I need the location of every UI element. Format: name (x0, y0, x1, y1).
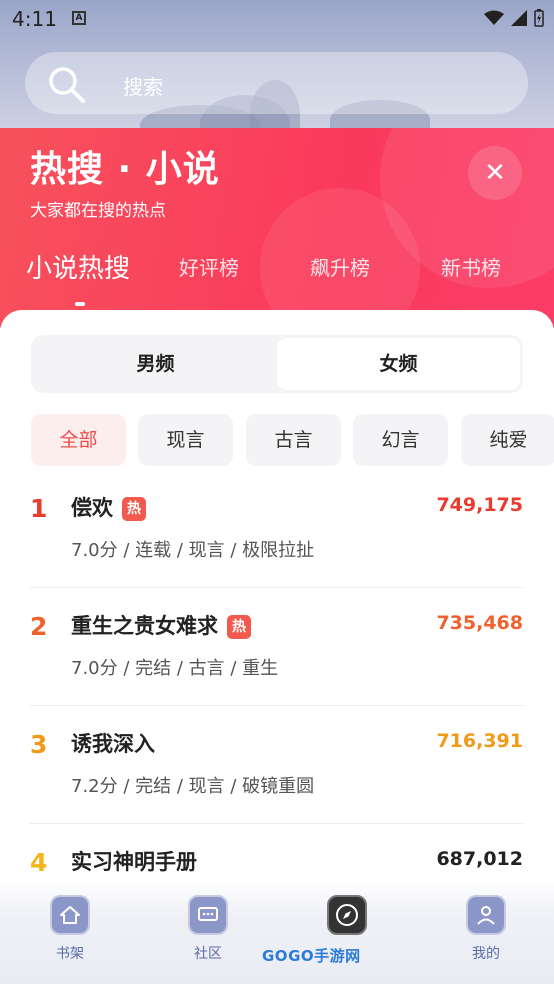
category-chip-modern[interactable]: 现言 (138, 414, 233, 466)
category-filter: 全部 现言 古言 幻言 纯爱 (31, 414, 554, 468)
book-title-row: 实习神明手册 (71, 846, 197, 876)
list-item[interactable]: 3 诱我深入 7.2分 / 完结 / 现言 / 破镜重圆 716,391 (0, 706, 554, 824)
male-channel-option[interactable]: 男频 (34, 338, 277, 390)
nav-label: 书架 (56, 946, 84, 962)
rank-number: 4 (30, 848, 48, 877)
status-time: 4:11 (12, 7, 57, 31)
hot-score: 687,012 (436, 848, 523, 870)
status-bar: 4:11 A (0, 0, 554, 38)
hot-badge: 热 (227, 615, 251, 639)
book-meta: 7.0分 / 连载 / 现言 / 极限拉扯 (71, 540, 315, 561)
tab-good-reviews[interactable]: 好评榜 (179, 252, 239, 281)
category-chip-bl[interactable]: 纯爱 (461, 414, 554, 466)
hot-search-hero: 热搜 · 小说 大家都在搜的热点 ✕ 小说热搜 好评榜 飙升榜 新书榜 (0, 128, 554, 328)
rank-number: 2 (30, 612, 48, 641)
compass-icon (327, 895, 367, 935)
hot-score: 735,468 (436, 612, 523, 634)
book-title: 实习神明手册 (71, 850, 197, 874)
search-bar[interactable]: 搜索 (25, 52, 528, 114)
battery-icon (534, 9, 544, 27)
page-title: 热搜 · 小说 (30, 149, 220, 190)
nav-mine[interactable]: 我的 (451, 895, 521, 963)
female-channel-option[interactable]: 女频 (277, 338, 520, 390)
status-icons (484, 9, 544, 27)
category-chip-ancient[interactable]: 古言 (246, 414, 341, 466)
watermark: GOGO手游网 (262, 947, 361, 965)
book-title: 重生之贵女难求 (71, 614, 218, 638)
active-tab-indicator (75, 302, 85, 306)
book-meta: 7.2分 / 完结 / 现言 / 破镜重圆 (71, 776, 315, 797)
list-item[interactable]: 1 偿欢热 7.0分 / 连载 / 现言 / 极限拉扯 749,175 (0, 470, 554, 588)
close-icon: ✕ (484, 158, 506, 188)
hot-score: 716,391 (436, 730, 523, 752)
signal-icon (511, 10, 527, 26)
book-title-row: 诱我深入 (71, 728, 155, 758)
list-item[interactable]: 2 重生之贵女难求热 7.0分 / 完结 / 古言 / 重生 735,468 (0, 588, 554, 706)
nav-label: 我的 (472, 946, 500, 962)
nav-bookshelf[interactable]: 书架 (35, 895, 105, 963)
category-chip-all[interactable]: 全部 (31, 414, 126, 466)
search-icon (49, 67, 85, 103)
house-icon (50, 895, 90, 935)
book-title-row: 偿欢热 (71, 492, 146, 522)
nav-community[interactable]: 社区 (173, 895, 243, 963)
close-button[interactable]: ✕ (468, 146, 522, 200)
tab-novel-hot-search[interactable]: 小说热搜 (26, 248, 130, 285)
nav-label: 社区 (194, 946, 222, 962)
category-chip-fantasy[interactable]: 幻言 (353, 414, 448, 466)
hot-badge: 热 (122, 497, 146, 521)
rank-number: 1 (30, 494, 48, 523)
wifi-icon (484, 10, 504, 25)
book-title: 偿欢 (71, 496, 113, 520)
notification-icon: A (72, 11, 86, 25)
chat-icon (188, 895, 228, 935)
search-placeholder: 搜索 (123, 75, 163, 99)
rank-number: 3 (30, 730, 48, 759)
tab-rising[interactable]: 飙升榜 (310, 252, 370, 281)
page-subtitle: 大家都在搜的热点 (30, 201, 166, 221)
header-background: 4:11 A 搜索 (0, 0, 554, 135)
book-title: 诱我深入 (71, 732, 155, 756)
nav-discover[interactable] (312, 895, 382, 935)
book-title-row: 重生之贵女难求热 (71, 610, 251, 640)
person-icon (466, 895, 506, 935)
ranking-tabs: 小说热搜 好评榜 飙升榜 新书榜 (0, 252, 554, 302)
gender-toggle: 男频 女频 (31, 335, 523, 393)
hot-score: 749,175 (436, 494, 523, 516)
tab-new-books[interactable]: 新书榜 (441, 252, 501, 281)
book-meta: 7.0分 / 完结 / 古言 / 重生 (71, 658, 279, 679)
